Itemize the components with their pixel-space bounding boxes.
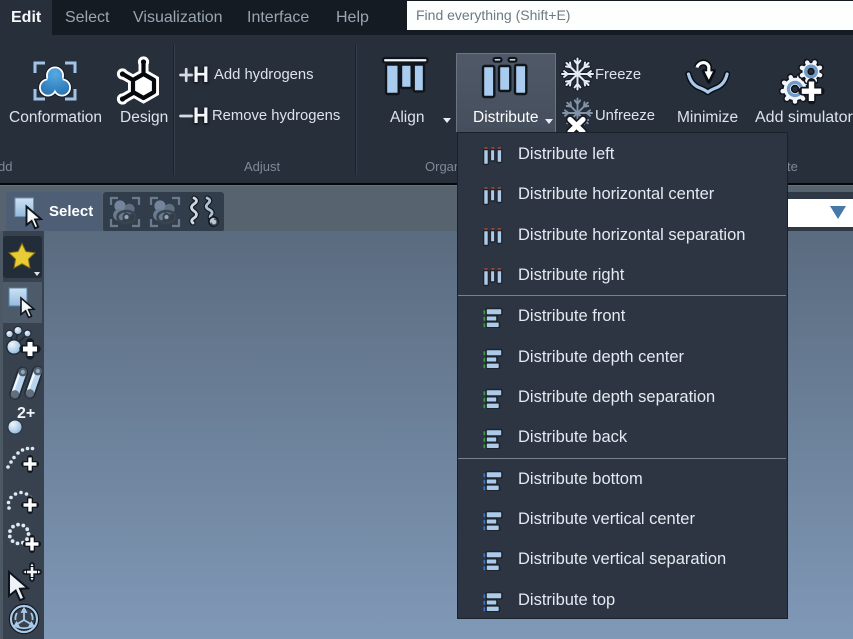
svg-text:2+: 2+ xyxy=(17,405,35,422)
